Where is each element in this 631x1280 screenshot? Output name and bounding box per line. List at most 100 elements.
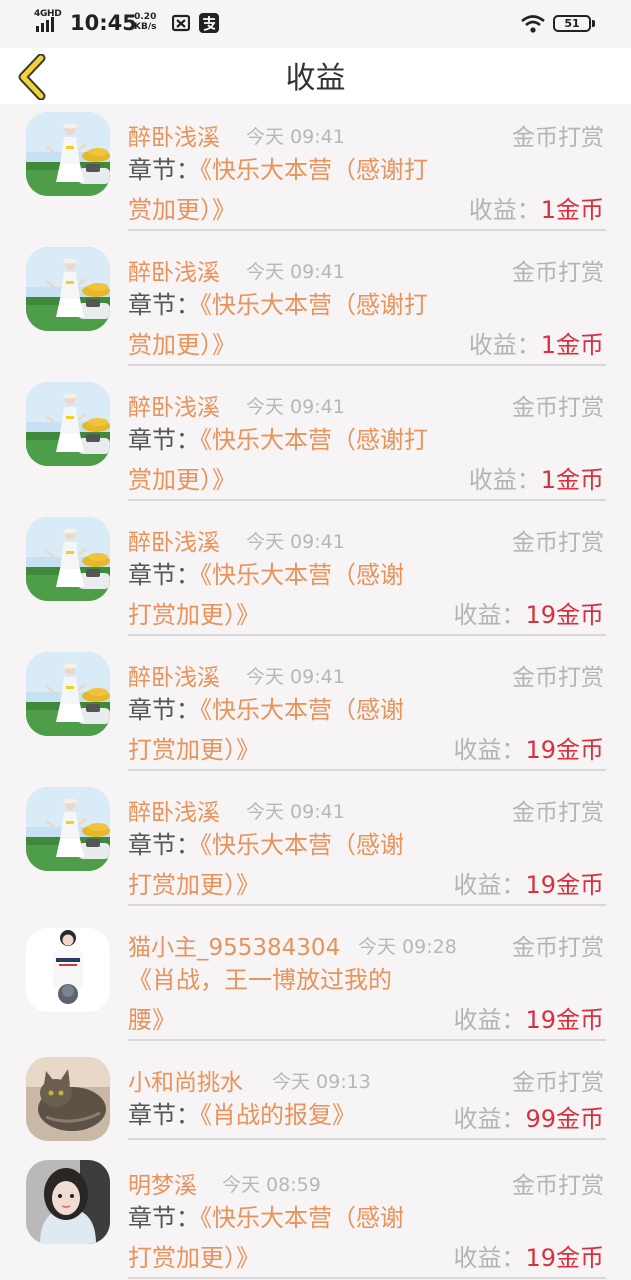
earnings-value: 19金币 <box>525 601 604 629</box>
user-name[interactable]: 小和尚挑水 <box>128 1063 243 1097</box>
avatar[interactable] <box>26 928 110 1012</box>
avatar[interactable] <box>26 1160 110 1244</box>
avatar-image <box>26 928 110 1012</box>
earnings: 收益：19金币 <box>453 1000 604 1035</box>
earnings-label: 收益： <box>468 196 541 224</box>
avatar-image <box>26 652 110 736</box>
chapter-line[interactable]: 章节：《快乐大本营（感谢打 <box>128 422 428 458</box>
timestamp: 今天 08:59 <box>222 1174 321 1196</box>
reward-type: 金币打赏 <box>512 1070 604 1096</box>
chapter-title[interactable]: 《快乐大本营（感谢打 <box>200 426 428 454</box>
chapter-title[interactable]: 《快乐大本营（感谢 <box>200 561 404 589</box>
row-divider <box>128 904 606 906</box>
earnings-label: 收益： <box>453 1006 526 1034</box>
reward-type: 金币打赏 <box>512 800 604 826</box>
earnings-label: 收益： <box>468 466 541 494</box>
chapter-title-cont[interactable]: 腰》 <box>128 1000 176 1035</box>
earnings: 收益：1金币 <box>469 190 604 225</box>
row-divider <box>128 229 606 231</box>
row-divider <box>128 634 606 636</box>
chapter-line[interactable]: 章节：《快乐大本营（感谢 <box>128 692 404 728</box>
user-name[interactable]: 醉卧浅溪 <box>128 523 220 557</box>
chapter-label: 章节： <box>128 831 200 859</box>
chapter-title-cont[interactable]: 赏加更）》 <box>128 460 236 495</box>
avatar[interactable] <box>26 247 110 331</box>
earnings-value: 1金币 <box>540 196 604 224</box>
user-name[interactable]: 醉卧浅溪 <box>128 118 220 152</box>
reward-type: 金币打赏 <box>512 665 604 691</box>
list-item[interactable]: 醉卧浅溪 今天 09:41 金币打赏 章节：《快乐大本营（感谢 打赏加更）》 收益：19金… <box>0 509 631 637</box>
chapter-title[interactable]: 《快乐大本营（感谢 <box>200 831 404 859</box>
user-name[interactable]: 醉卧浅溪 <box>128 388 220 422</box>
battery-icon: 51 <box>553 15 591 32</box>
chapter-title[interactable]: 《快乐大本营（感谢 <box>200 696 404 724</box>
earnings: 收益：19金币 <box>453 730 604 765</box>
row-divider <box>128 499 606 501</box>
chapter-title-cont[interactable]: 打赏加更）》 <box>128 730 260 765</box>
timestamp: 今天 09:13 <box>272 1071 371 1093</box>
earnings-label: 收益： <box>453 1244 526 1272</box>
chapter-title[interactable]: 《快乐大本营（感谢打 <box>200 291 428 319</box>
earnings-label: 收益： <box>453 1105 526 1133</box>
timestamp: 今天 09:41 <box>246 261 345 283</box>
avatar[interactable] <box>26 112 110 196</box>
chapter-line[interactable]: 章节：《快乐大本营（感谢 <box>128 827 404 863</box>
chapter-title-cont[interactable]: 赏加更）》 <box>128 190 236 225</box>
chapter-title[interactable]: 《快乐大本营（感谢打 <box>200 156 428 184</box>
list-item[interactable]: 醉卧浅溪 今天 09:41 金币打赏 章节：《快乐大本营（感谢打 赏加更）》 收益：1金币 <box>0 374 631 502</box>
chapter-title-cont[interactable]: 赏加更）》 <box>128 325 236 360</box>
signal-icon <box>36 17 54 32</box>
avatar-image <box>26 112 110 196</box>
earnings-label: 收益： <box>453 601 526 629</box>
chapter-line[interactable]: 《肖战，王一博放过我的 <box>128 962 392 998</box>
chapter-label: 章节： <box>128 696 200 724</box>
clock: 10:45 <box>70 11 137 35</box>
user-name[interactable]: 猫小主_955384304 <box>128 928 340 962</box>
chapter-line[interactable]: 章节：《快乐大本营（感谢 <box>128 557 404 593</box>
avatar[interactable] <box>26 1057 110 1141</box>
avatar[interactable] <box>26 652 110 736</box>
chapter-title[interactable]: 《肖战，王一博放过我的 <box>128 966 392 994</box>
timestamp: 今天 09:41 <box>246 126 345 148</box>
list-item[interactable]: 醉卧浅溪 今天 09:41 金币打赏 章节：《快乐大本营（感谢 打赏加更）》 收益：19金… <box>0 779 631 907</box>
earnings-value: 19金币 <box>525 736 604 764</box>
chapter-line[interactable]: 章节：《快乐大本营（感谢打 <box>128 287 428 323</box>
user-name[interactable]: 明梦溪 <box>128 1166 197 1200</box>
row-divider <box>128 1039 606 1041</box>
user-name[interactable]: 醉卧浅溪 <box>128 658 220 692</box>
chapter-label: 章节： <box>128 1101 200 1129</box>
chevron-left-icon[interactable] <box>14 54 54 100</box>
avatar-image <box>26 517 110 601</box>
earnings: 收益：1金币 <box>469 460 604 495</box>
chapter-label: 章节： <box>128 561 200 589</box>
list-item[interactable]: 小和尚挑水 今天 09:13 金币打赏 章节：《肖战的报复》 收益：99金币 <box>0 1049 631 1149</box>
list-item[interactable]: 醉卧浅溪 今天 09:41 金币打赏 章节：《快乐大本营（感谢 打赏加更）》 收益：19金… <box>0 644 631 772</box>
list-item[interactable]: 醉卧浅溪 今天 09:41 金币打赏 章节：《快乐大本营（感谢打 赏加更）》 收益：1金币 <box>0 104 631 232</box>
chapter-line[interactable]: 章节：《快乐大本营（感谢 <box>128 1200 404 1236</box>
earnings-value: 1金币 <box>540 466 604 494</box>
user-name[interactable]: 醉卧浅溪 <box>128 253 220 287</box>
timestamp: 今天 09:28 <box>358 936 457 958</box>
page-title: 收益 <box>285 61 346 96</box>
chapter-title-cont[interactable]: 打赏加更）》 <box>128 865 260 900</box>
list-item[interactable]: 醉卧浅溪 今天 09:41 金币打赏 章节：《快乐大本营（感谢打 赏加更）》 收益：1金币 <box>0 239 631 367</box>
chapter-title[interactable]: 《肖战的报复》 <box>200 1101 356 1129</box>
avatar[interactable] <box>26 787 110 871</box>
chapter-line[interactable]: 章节：《肖战的报复》 <box>128 1097 356 1133</box>
chapter-line[interactable]: 章节：《快乐大本营（感谢打 <box>128 152 428 188</box>
reward-type: 金币打赏 <box>512 395 604 421</box>
avatar[interactable] <box>26 382 110 466</box>
chapter-title[interactable]: 《快乐大本营（感谢 <box>200 1204 404 1232</box>
reward-type: 金币打赏 <box>512 935 604 961</box>
list-item[interactable]: 猫小主_955384304 今天 09:28 金币打赏《肖战，王一博放过我的腰》 收益… <box>0 914 631 1042</box>
timestamp: 今天 09:41 <box>246 666 345 688</box>
avatar[interactable] <box>26 517 110 601</box>
earnings: 收益：19金币 <box>453 1238 604 1273</box>
chapter-title-cont[interactable]: 打赏加更）》 <box>128 1238 260 1273</box>
chapter-title-cont[interactable]: 打赏加更）》 <box>128 595 260 630</box>
earnings-value: 1金币 <box>540 331 604 359</box>
user-name[interactable]: 醉卧浅溪 <box>128 793 220 827</box>
list-item[interactable]: 明梦溪 今天 08:59 金币打赏 章节：《快乐大本营（感谢 打赏加更）》 收益：19金币 <box>0 1152 631 1280</box>
wifi-icon <box>521 15 545 33</box>
avatar-image <box>26 247 110 331</box>
